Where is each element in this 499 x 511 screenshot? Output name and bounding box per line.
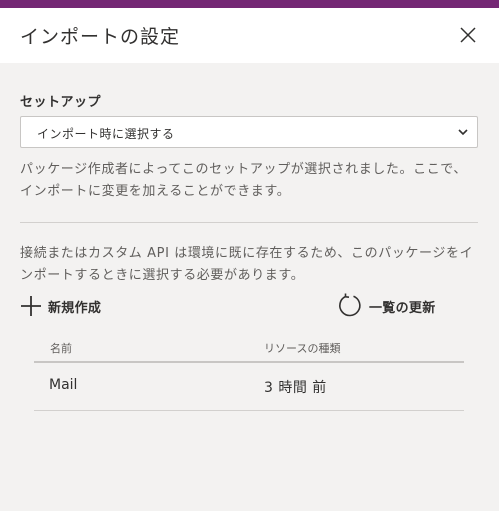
refresh-list-button[interactable]: 一覧の更新 [337,293,436,319]
new-button[interactable]: 新規作成 [20,293,101,319]
new-button-label: 新規作成 [48,300,102,316]
row-name: Mail [49,377,78,393]
table-header: 名前 リソースの種類 [34,333,464,363]
setup-select-value: インポート時に選択する [37,127,175,141]
plus-icon [21,296,41,316]
chevron-down-icon [458,129,468,136]
close-icon [460,27,476,43]
dialog-title: インポートの設定 [20,26,181,48]
close-button[interactable] [456,23,480,47]
dialog-header: インポートの設定 [0,8,499,63]
table-row[interactable]: Mail 3 時間 前 [34,363,464,411]
column-header-resource-type[interactable]: リソースの種類 [264,340,340,356]
setup-description: パッケージ作成者によってこのセットアップが選択されました。ここで、インポートに変… [20,162,467,199]
setup-heading: セットアップ [20,95,102,110]
connections-table: 名前 リソースの種類 Mail 3 時間 前 [34,333,464,411]
connections-description: 接続またはカスタム API は環境に既に存在するため、このパッケージをインポート… [20,246,474,283]
setup-select[interactable]: インポート時に選択する [20,116,478,148]
column-header-name[interactable]: 名前 [50,340,72,356]
brand-accent-bar [0,0,499,8]
divider [20,222,478,223]
refresh-button-label: 一覧の更新 [369,300,436,316]
refresh-icon [339,293,361,317]
row-resource-type: 3 時間 前 [264,380,327,396]
